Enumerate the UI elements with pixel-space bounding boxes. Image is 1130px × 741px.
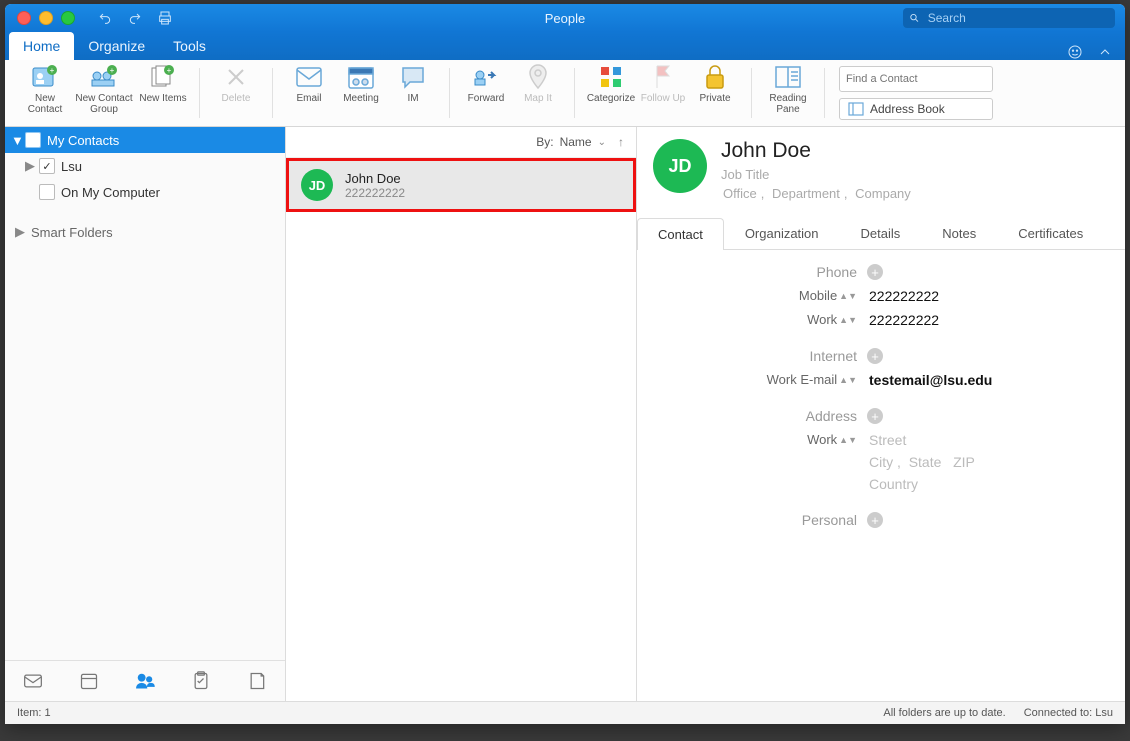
stepper-icon[interactable]: ▲▼ (839, 317, 857, 323)
personal-section: Personal + (667, 512, 1095, 528)
list-item-name: John Doe (345, 171, 405, 186)
country-field[interactable]: Country (869, 476, 975, 492)
chevron-down-icon: ⌄ (598, 137, 606, 148)
add-phone-icon[interactable]: + (867, 264, 883, 280)
work-phone-value[interactable]: 222222222 (869, 312, 939, 328)
follow-up-button: Follow Up (637, 63, 689, 121)
mobile-value[interactable]: 222222222 (869, 288, 939, 304)
avatar: JD (653, 139, 707, 193)
job-title-field[interactable]: Job Title (721, 167, 913, 182)
global-search-input[interactable] (926, 10, 1109, 26)
checkbox-icon[interactable] (39, 158, 55, 174)
contact-detail: JD John Doe Job Title Office, Department… (637, 127, 1125, 701)
status-sync: All folders are up to date. (883, 707, 1005, 719)
redo-icon[interactable] (127, 10, 143, 26)
tasks-nav-icon[interactable] (190, 670, 212, 692)
list-item-phone: 222222222 (345, 186, 405, 200)
sort-ascending-icon[interactable]: ↑ (618, 135, 624, 149)
contact-list: By: Name ⌄ ↑ JD John Doe 222222222 (286, 127, 637, 701)
app-window: People Home Organize Tools + New Contact… (5, 4, 1125, 724)
add-internet-icon[interactable]: + (867, 348, 883, 364)
street-field[interactable]: Street (869, 432, 975, 448)
close-window-icon[interactable] (17, 11, 31, 25)
avatar: JD (301, 169, 333, 201)
tab-organize[interactable]: Organize (74, 32, 159, 60)
search-icon (909, 12, 920, 24)
delete-button: Delete (210, 63, 262, 121)
nav-switcher (5, 660, 285, 701)
body: ▼ My Contacts ▶ Lsu On My Computer ▶ (5, 127, 1125, 701)
meeting-button[interactable]: Meeting (335, 63, 387, 121)
new-items-button[interactable]: + New Items (137, 63, 189, 121)
address-section: Address + Work▲▼ Street City , State ZIP (667, 408, 1095, 492)
address-book-button[interactable]: Address Book (839, 98, 993, 120)
stepper-icon[interactable]: ▲▼ (839, 377, 857, 383)
global-search[interactable] (903, 8, 1115, 28)
undo-icon[interactable] (97, 10, 113, 26)
svg-text:+: + (50, 66, 55, 75)
svg-text:+: + (167, 66, 172, 75)
status-connected: Connected to: Lsu (1024, 707, 1113, 719)
tab-contact[interactable]: Contact (637, 218, 724, 250)
calendar-nav-icon[interactable] (78, 670, 100, 692)
ribbon: + New Contact + New Contact Group + New … (5, 60, 1125, 127)
print-icon[interactable] (157, 10, 173, 26)
stepper-icon[interactable]: ▲▼ (839, 437, 857, 443)
people-nav-icon[interactable] (134, 670, 156, 692)
window-controls (5, 11, 75, 25)
tab-notes[interactable]: Notes (921, 217, 997, 249)
internet-section: Internet + Work E-mail▲▼ testemail@lsu.e… (667, 348, 1095, 388)
checkbox-icon[interactable] (25, 132, 41, 148)
new-contact-button[interactable]: + New Contact (19, 63, 71, 121)
stepper-icon[interactable]: ▲▼ (839, 293, 857, 299)
sidebar-smart-folders[interactable]: ▶ Smart Folders (5, 219, 285, 245)
add-address-icon[interactable]: + (867, 408, 883, 424)
tab-certificates[interactable]: Certificates (997, 217, 1104, 249)
list-sort-header[interactable]: By: Name ⌄ ↑ (286, 127, 636, 158)
contact-list-item[interactable]: JD John Doe 222222222 (286, 158, 636, 212)
mail-nav-icon[interactable] (22, 670, 44, 692)
sidebar-item-lsu[interactable]: ▶ Lsu (5, 153, 285, 179)
svg-text:+: + (110, 66, 115, 75)
tab-tools[interactable]: Tools (159, 32, 220, 60)
tab-details[interactable]: Details (840, 217, 922, 249)
feedback-icon[interactable] (1067, 44, 1083, 60)
forward-button[interactable]: Forward (460, 63, 512, 121)
tab-home[interactable]: Home (9, 32, 74, 60)
notes-nav-icon[interactable] (246, 670, 268, 692)
minimize-window-icon[interactable] (39, 11, 53, 25)
map-it-button: Map It (512, 63, 564, 121)
tab-organization[interactable]: Organization (724, 217, 840, 249)
checkbox-icon[interactable] (39, 184, 55, 200)
categorize-button[interactable]: Categorize (585, 63, 637, 121)
zoom-window-icon[interactable] (61, 11, 75, 25)
add-personal-icon[interactable]: + (867, 512, 883, 528)
reading-pane-button[interactable]: Reading Pane (762, 63, 814, 121)
work-email-value[interactable]: testemail@lsu.edu (869, 372, 992, 388)
ribbon-tabs: Home Organize Tools (5, 32, 1125, 60)
email-button[interactable]: Email (283, 63, 335, 121)
im-button[interactable]: IM (387, 63, 439, 121)
private-button[interactable]: Private (689, 63, 741, 121)
quick-access-toolbar (97, 10, 173, 26)
contact-name[interactable]: John Doe (721, 139, 913, 163)
detail-tabs: Contact Organization Details Notes Certi… (637, 217, 1125, 250)
window-title: People (545, 11, 585, 26)
find-contact-input[interactable] (839, 66, 993, 92)
office-dept-company[interactable]: Office, Department, Company (721, 186, 913, 201)
collapse-ribbon-icon[interactable] (1097, 44, 1113, 60)
sidebar-my-contacts[interactable]: ▼ My Contacts (5, 127, 285, 153)
phone-section: Phone + Mobile▲▼ 222222222 Work▲▼ 222222… (667, 264, 1095, 328)
sidebar: ▼ My Contacts ▶ Lsu On My Computer ▶ (5, 127, 286, 701)
new-contact-group-button[interactable]: + New Contact Group (71, 63, 137, 121)
titlebar: People (5, 4, 1125, 32)
status-bar: Item: 1 All folders are up to date. Conn… (5, 701, 1125, 724)
sidebar-item-on-my-computer[interactable]: On My Computer (5, 179, 285, 205)
status-item-count: Item: 1 (17, 707, 51, 719)
